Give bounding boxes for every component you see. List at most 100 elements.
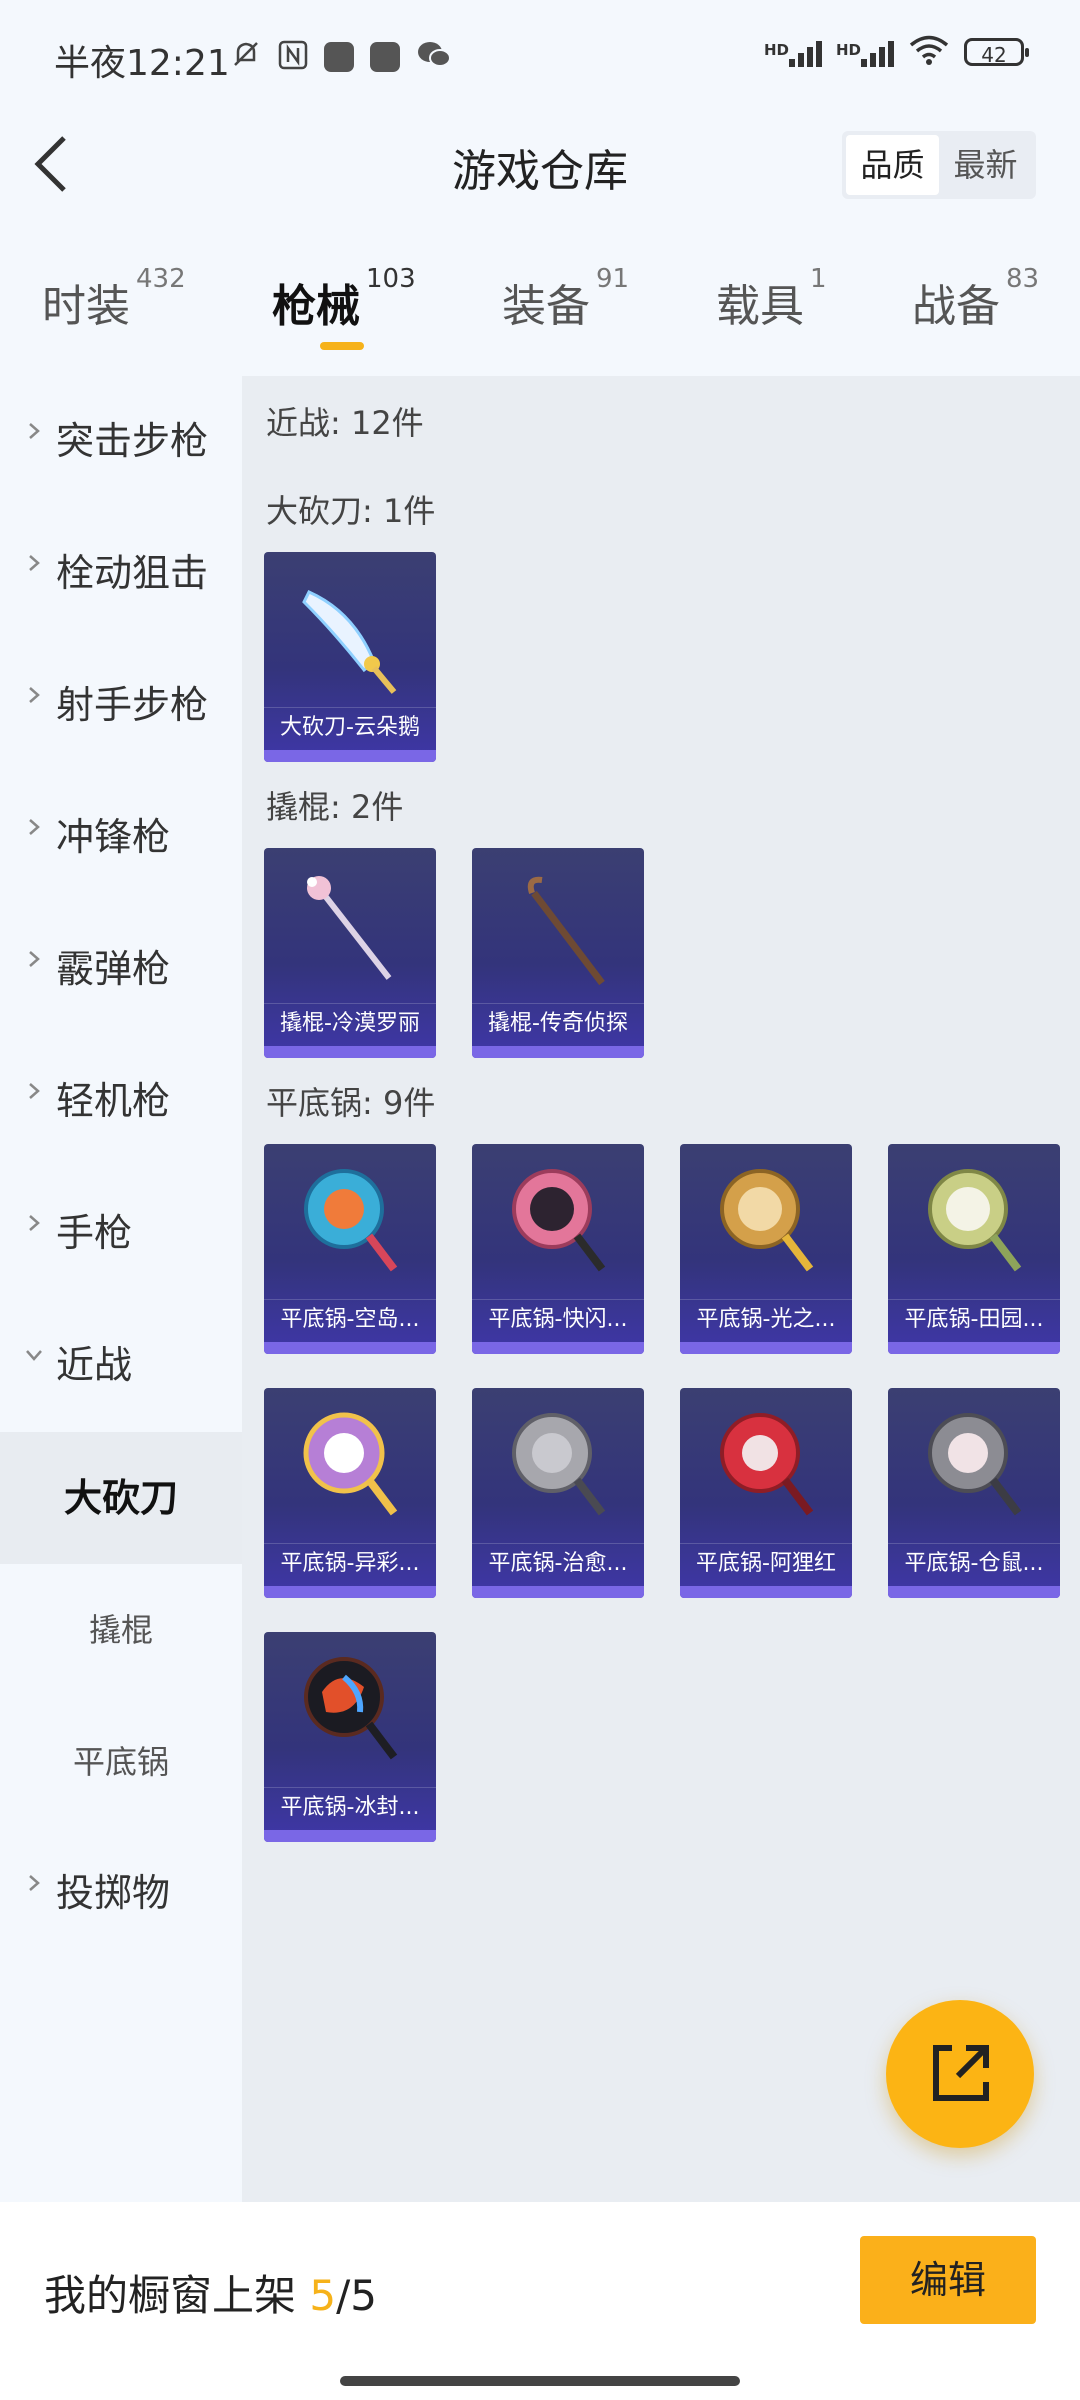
card-rarity-bar <box>264 1830 436 1842</box>
sidebar-item-lmg[interactable]: 轻机枪 <box>0 1036 242 1156</box>
machete-skin-icon <box>302 590 397 694</box>
item-card[interactable]: 撬棍-冷漠罗丽 <box>264 848 436 1058</box>
item-card[interactable]: 平底锅-冰封... <box>264 1632 436 1842</box>
tab-combat-supplies[interactable]: 战备83 <box>912 264 1039 334</box>
tab-equipment[interactable]: 装备91 <box>502 264 629 334</box>
item-grid-panel: 近战: 12件 大砍刀: 1件 大砍刀-云朵鹅 撬棍: 2件 撬棍-冷漠罗丽 撬… <box>242 376 1080 2202</box>
pan-skin-icon <box>512 1169 606 1272</box>
signal-hd-icon: HD <box>764 37 822 67</box>
sort-option-quality[interactable]: 品质 <box>846 135 939 195</box>
item-name: 平底锅-光之... <box>680 1299 852 1340</box>
home-indicator[interactable] <box>340 2376 740 2386</box>
item-name: 平底锅-空岛... <box>264 1299 436 1340</box>
sidebar-subitem-crowbar[interactable]: 撬棍 <box>0 1564 242 1696</box>
item-card[interactable]: 撬棍-传奇侦探 <box>472 848 644 1058</box>
tab-firearms[interactable]: 枪械103 <box>272 264 416 334</box>
pan-skin-icon <box>928 1169 1022 1272</box>
showcase-label: 我的橱窗上架 <box>44 2271 297 2320</box>
chevron-right-icon <box>29 819 40 835</box>
item-name: 大砍刀-云朵鹅 <box>264 707 436 748</box>
status-system-icons: HD HD 42 <box>764 34 1029 70</box>
tab-fashion[interactable]: 时装432 <box>42 264 186 334</box>
sidebar: 突击步枪 栓动狙击 射手步枪 冲锋枪 霰弹枪 轻机枪 手枪 近战 大砍刀 撬棍 … <box>0 376 242 2202</box>
share-icon <box>933 2045 989 2101</box>
bell-off-icon <box>230 38 262 76</box>
tab-label: 装备 <box>502 281 590 332</box>
sidebar-item-label: 手枪 <box>56 1211 133 1255</box>
tab-count: 103 <box>366 264 416 294</box>
card-rarity-bar <box>264 750 436 762</box>
tab-label: 载具 <box>716 281 804 332</box>
chevron-right-icon <box>29 687 40 703</box>
sidebar-item-label: 射手步枪 <box>56 683 209 727</box>
sidebar-item-smg[interactable]: 冲锋枪 <box>0 772 242 892</box>
tab-count: 432 <box>136 264 186 294</box>
pan-skin-icon <box>720 1169 814 1272</box>
sidebar-item-melee[interactable]: 近战 <box>0 1300 242 1420</box>
battery-icon: 42 <box>964 38 1029 67</box>
card-rarity-bar <box>264 1586 436 1598</box>
item-name: 平底锅-异彩... <box>264 1543 436 1584</box>
tab-label: 时装 <box>42 281 130 332</box>
sort-option-latest[interactable]: 最新 <box>939 135 1032 195</box>
section-title-pan: 平底锅: 9件 <box>266 1084 436 1122</box>
section-title-crowbar: 撬棍: 2件 <box>266 788 404 826</box>
crowbar-skin-icon <box>307 876 392 980</box>
chevron-right-icon <box>29 951 40 967</box>
bottom-bar: 我的橱窗上架 5/5 编辑 <box>0 2202 1080 2400</box>
status-notification-icons <box>230 38 452 76</box>
share-fab-button[interactable] <box>886 2000 1034 2148</box>
app-icon <box>324 42 354 72</box>
item-card[interactable]: 平底锅-空岛... <box>264 1144 436 1354</box>
edit-button[interactable]: 编辑 <box>860 2236 1036 2324</box>
sidebar-subitem-machete[interactable]: 大砍刀 <box>0 1432 242 1564</box>
item-card[interactable]: 平底锅-治愈... <box>472 1388 644 1598</box>
item-name: 平底锅-冰封... <box>264 1787 436 1828</box>
item-card[interactable]: 平底锅-快闪... <box>472 1144 644 1354</box>
melee-summary: 近战: 12件 <box>266 404 424 442</box>
card-rarity-bar <box>264 1046 436 1058</box>
tab-count: 1 <box>810 264 827 294</box>
showcase-status: 我的橱窗上架 5/5 <box>44 2262 377 2323</box>
item-card[interactable]: 大砍刀-云朵鹅 <box>264 552 436 762</box>
sidebar-item-label: 投掷物 <box>56 1871 171 1915</box>
item-card[interactable]: 平底锅-阿狸红 <box>680 1388 852 1598</box>
sidebar-item-label: 突击步枪 <box>56 419 209 463</box>
sidebar-item-label: 栓动狙击 <box>56 551 209 595</box>
item-name: 平底锅-仓鼠... <box>888 1543 1060 1584</box>
sidebar-item-label: 轻机枪 <box>56 1079 171 1123</box>
pan-skin-icon <box>303 1412 398 1516</box>
sidebar-item-bolt-sniper[interactable]: 栓动狙击 <box>0 508 242 628</box>
card-rarity-bar <box>472 1586 644 1598</box>
item-card[interactable]: 平底锅-田园... <box>888 1144 1060 1354</box>
status-time: 半夜12:21 <box>54 43 230 84</box>
item-name: 平底锅-快闪... <box>472 1299 644 1340</box>
sidebar-item-label: 近战 <box>56 1343 133 1387</box>
tab-vehicles[interactable]: 载具1 <box>716 264 827 334</box>
sidebar-item-throwables[interactable]: 投掷物 <box>0 1828 242 1948</box>
chevron-right-icon <box>29 1083 40 1099</box>
card-rarity-bar <box>888 1342 1060 1354</box>
pan-skin-icon <box>304 1657 398 1760</box>
sidebar-item-marksman-rifle[interactable]: 射手步枪 <box>0 640 242 760</box>
crowbar-skin-icon <box>527 876 605 986</box>
sidebar-item-shotgun[interactable]: 霰弹枪 <box>0 904 242 1024</box>
status-bar: 半夜12:21 HD HD 42 <box>0 0 1080 110</box>
pan-skin-icon <box>928 1413 1022 1516</box>
item-card[interactable]: 平底锅-异彩... <box>264 1388 436 1598</box>
signal-hd-icon: HD <box>836 37 894 67</box>
sidebar-subitem-pan[interactable]: 平底锅 <box>0 1696 242 1828</box>
item-name: 平底锅-治愈... <box>472 1543 644 1584</box>
sidebar-item-assault-rifle[interactable]: 突击步枪 <box>0 376 242 496</box>
chevron-right-icon <box>29 555 40 571</box>
sidebar-item-pistol[interactable]: 手枪 <box>0 1168 242 1288</box>
pan-skin-icon <box>512 1413 606 1516</box>
pan-skin-icon <box>720 1413 814 1516</box>
item-card[interactable]: 平底锅-仓鼠... <box>888 1388 1060 1598</box>
card-rarity-bar <box>680 1342 852 1354</box>
item-card[interactable]: 平底锅-光之... <box>680 1144 852 1354</box>
app-icon <box>370 42 400 72</box>
card-rarity-bar <box>680 1586 852 1598</box>
item-name: 平底锅-田园... <box>888 1299 1060 1340</box>
active-tab-indicator <box>320 342 364 350</box>
